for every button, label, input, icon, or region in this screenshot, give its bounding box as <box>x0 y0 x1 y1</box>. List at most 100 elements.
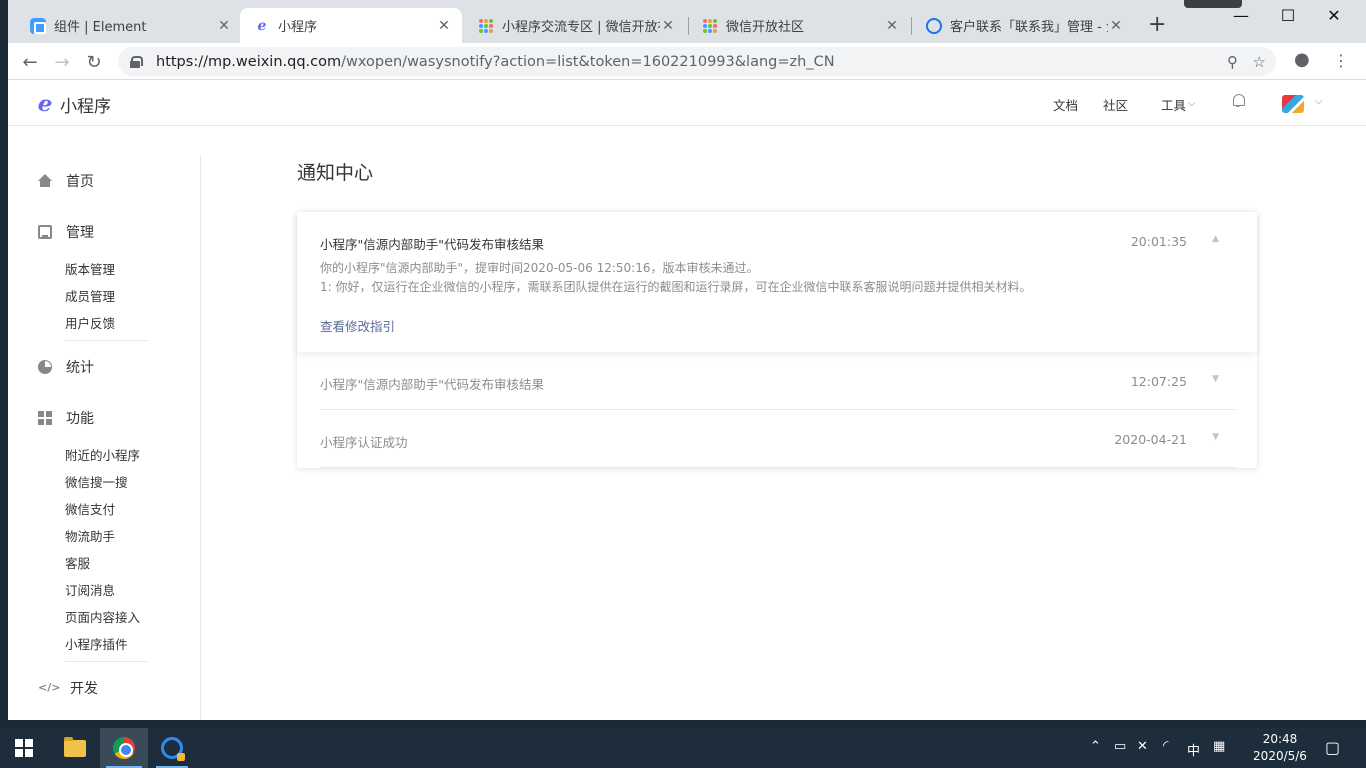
bookmark-star-icon[interactable]: ☆ <box>1253 53 1266 71</box>
wechat-community-icon <box>478 18 494 34</box>
close-window-button[interactable]: ✕ <box>1311 6 1357 25</box>
docs-link[interactable]: 文档 <box>1053 95 1078 114</box>
notice-time: 2020-04-21 <box>1114 432 1187 447</box>
wework-icon <box>161 737 185 761</box>
element-icon <box>30 17 46 34</box>
url-text[interactable]: https://mp.weixin.qq.com/wxopen/wasysnot… <box>156 54 835 70</box>
tab-miniprogram[interactable]: ℯ 小程序 ✕ <box>240 8 462 43</box>
battery-icon[interactable]: ▭ <box>1114 739 1126 754</box>
chevron-down-icon[interactable]: ▼ <box>1212 432 1219 442</box>
sidebar-item-manage[interactable]: 管理 <box>38 222 94 242</box>
taskbar-file-explorer[interactable] <box>52 728 98 768</box>
sidebar-item-features[interactable]: 功能 <box>38 408 94 428</box>
chevron-up-icon[interactable]: ▲ <box>1212 234 1219 244</box>
volume-muted-icon[interactable]: ✕ <box>1137 739 1148 754</box>
sidebar-item-home[interactable]: 首页 <box>38 171 94 191</box>
close-tab-icon[interactable]: ✕ <box>436 18 452 34</box>
sidebar-item-label: 开发 <box>70 681 98 697</box>
notice-item[interactable]: 小程序"信源内部助手"代码发布审核结果 12:07:25 ▼ <box>297 352 1257 410</box>
browser-window: 组件 | Element ✕ ℯ 小程序 ✕ 小程序交流专区 | 微信开放社区 … <box>8 0 1366 720</box>
brand[interactable]: ℯ 小程序 <box>36 90 111 118</box>
notification-center-icon[interactable]: ▢ <box>1325 738 1340 757</box>
tab-strip: 组件 | Element ✕ ℯ 小程序 ✕ 小程序交流专区 | 微信开放社区 … <box>8 0 1366 43</box>
ime-indicator[interactable]: 中 <box>1187 740 1200 759</box>
chevron-down-icon[interactable]: ⌵ <box>1315 96 1323 107</box>
sidebar-item-stats[interactable]: 统计 <box>38 357 94 377</box>
maximize-button[interactable]: ☐ <box>1265 6 1311 25</box>
miniprogram-logo-icon: ℯ <box>36 90 55 118</box>
start-button[interactable] <box>0 728 48 768</box>
chevron-up-icon[interactable]: ⌃ <box>1090 739 1101 754</box>
profile-icon[interactable]: ● <box>1294 49 1310 70</box>
sidebar-divider-line <box>65 340 148 341</box>
close-tab-icon[interactable]: ✕ <box>1108 18 1124 34</box>
sidebar-item-service[interactable]: 客服 <box>65 553 90 572</box>
folder-icon <box>64 736 86 757</box>
avatar[interactable] <box>1282 95 1304 113</box>
address-bar[interactable]: https://mp.weixin.qq.com/wxopen/wasysnot… <box>118 47 1276 76</box>
sidebar-item-content[interactable]: 页面内容接入 <box>65 607 140 626</box>
forward-arrow-icon[interactable]: → <box>46 46 78 78</box>
sidebar-item-label: 管理 <box>66 225 94 241</box>
sidebar-item-pay[interactable]: 微信支付 <box>65 499 115 518</box>
new-tab-button[interactable]: + <box>1148 14 1166 36</box>
tab-wework[interactable]: 客户联系「联系我」管理 - 企 ✕ <box>912 8 1134 43</box>
sidebar-item-plugins[interactable]: 小程序插件 <box>65 634 128 653</box>
tab-element[interactable]: 组件 | Element ✕ <box>16 8 242 43</box>
sidebar-item-subscribe[interactable]: 订阅消息 <box>65 580 115 599</box>
brand-name: 小程序 <box>60 97 111 117</box>
sidebar-item-search[interactable]: 微信搜一搜 <box>65 472 128 491</box>
clock-date: 2020/5/6 <box>1253 749 1307 763</box>
chevron-down-icon[interactable]: ▼ <box>1212 374 1219 384</box>
notice-title[interactable]: 小程序"信源内部助手"代码发布审核结果 <box>320 234 544 253</box>
tab-title: 组件 | Element <box>54 20 147 35</box>
minimize-button[interactable]: — <box>1218 6 1264 25</box>
tab-title: 小程序交流专区 | 微信开放社区 <box>502 20 660 35</box>
notice-item[interactable]: 小程序"信源内部助手"代码发布审核结果 20:01:35 ▲ 你的小程序"信源内… <box>297 212 1257 352</box>
tools-menu[interactable]: 工具 <box>1161 95 1186 114</box>
tab-community-zone[interactable]: 小程序交流专区 | 微信开放社区 ✕ <box>464 8 686 43</box>
menu-kebab-icon[interactable]: ⋮ <box>1333 51 1349 70</box>
clock[interactable]: 20:48 2020/5/6 <box>1250 731 1310 765</box>
miniprogram-icon: ℯ <box>257 17 267 34</box>
zoom-icon[interactable]: ⚲ <box>1227 53 1238 71</box>
view-guide-link[interactable]: 查看修改指引 <box>320 316 395 335</box>
inbox-icon <box>38 225 52 239</box>
sidebar-item-label: 首页 <box>66 174 94 190</box>
notice-title[interactable]: 小程序"信源内部助手"代码发布审核结果 <box>320 374 544 393</box>
lock-icon[interactable] <box>130 55 143 68</box>
chrome-icon <box>113 737 135 759</box>
page-title: 通知中心 <box>297 162 374 184</box>
sidebar-item-label: 功能 <box>66 411 94 427</box>
sidebar-item-nearby[interactable]: 附近的小程序 <box>65 445 140 464</box>
sidebar-item-version[interactable]: 版本管理 <box>65 259 115 278</box>
close-tab-icon[interactable]: ✕ <box>660 18 676 34</box>
taskbar-chrome[interactable] <box>100 728 148 768</box>
sidebar-item-logistics[interactable]: 物流助手 <box>65 526 115 545</box>
wifi-icon[interactable]: ◜ <box>1163 738 1168 754</box>
notice-title[interactable]: 小程序认证成功 <box>320 432 408 451</box>
url-path: /wxopen/wasysnotify?action=list&token=16… <box>341 53 835 70</box>
community-link[interactable]: 社区 <box>1103 95 1128 114</box>
reload-icon[interactable]: ↻ <box>78 46 110 78</box>
close-tab-icon[interactable]: ✕ <box>884 18 900 34</box>
notice-body-line: 你的小程序"信源内部助手"，提审时间2020-05-06 12:50:16，版本… <box>320 261 759 275</box>
bell-icon[interactable] <box>1232 94 1245 108</box>
back-arrow-icon[interactable]: ← <box>14 46 46 78</box>
sidebar-item-dev[interactable]: </> 开发 <box>38 678 98 698</box>
taskbar-wework[interactable] <box>150 728 194 768</box>
chevron-down-icon[interactable]: ⌵ <box>1188 98 1196 109</box>
windows-logo-icon <box>15 739 33 757</box>
close-tab-icon[interactable]: ✕ <box>216 18 232 34</box>
code-icon: </> <box>38 681 61 694</box>
home-icon <box>38 174 52 188</box>
url-host: https://mp.weixin.qq.com <box>156 53 342 70</box>
clock-time: 20:48 <box>1262 732 1298 746</box>
grid-icon <box>38 411 52 425</box>
sidebar-item-members[interactable]: 成员管理 <box>65 286 115 305</box>
keyboard-grid-icon[interactable]: ▦ <box>1213 739 1225 754</box>
sidebar-item-feedback[interactable]: 用户反馈 <box>65 313 115 332</box>
tab-community[interactable]: 微信开放社区 ✕ <box>688 8 910 43</box>
sidebar-divider-line <box>65 661 148 662</box>
notice-item[interactable]: 小程序认证成功 2020-04-21 ▼ <box>297 410 1257 468</box>
